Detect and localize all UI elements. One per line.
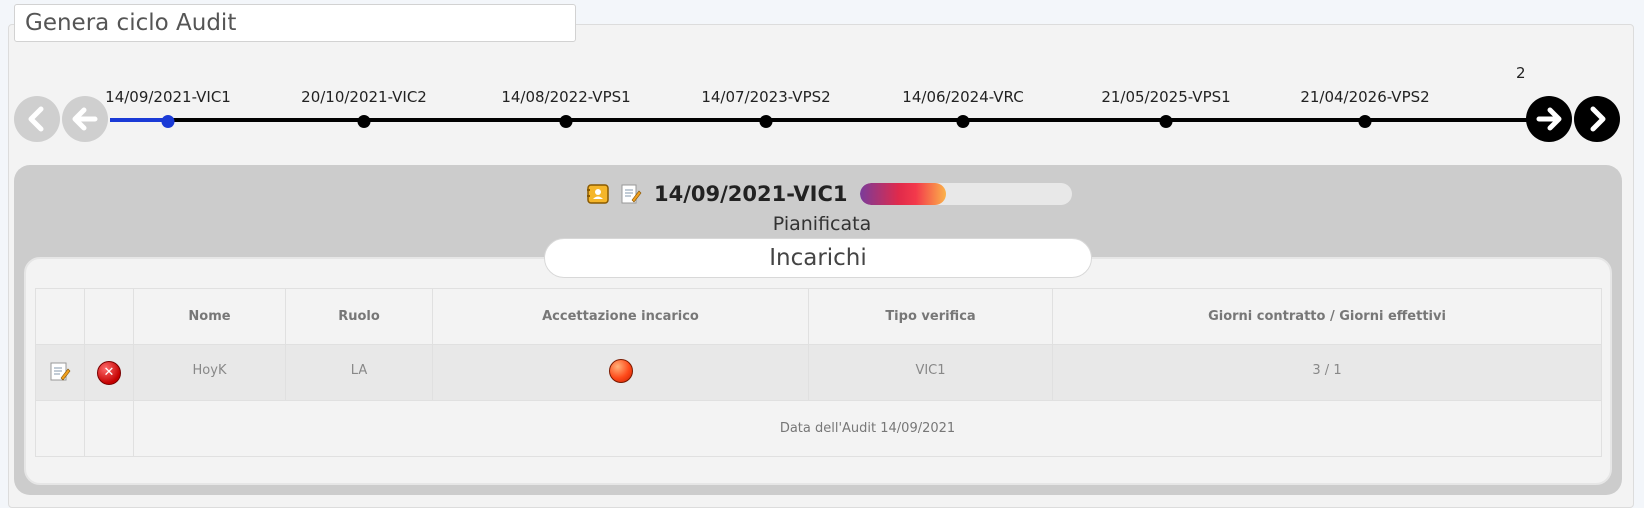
timeline-item-label: 14/06/2024-VRC bbox=[902, 88, 1024, 106]
timeline-dot bbox=[1358, 115, 1372, 128]
footer-empty-cell bbox=[35, 400, 85, 457]
delete-cell: ✕ bbox=[84, 344, 134, 401]
audit-status: Pianificata bbox=[772, 213, 872, 235]
timeline-dot bbox=[759, 115, 773, 128]
table-header-giorni: Giorni contratto / Giorni effettivi bbox=[1052, 288, 1602, 345]
previous-button[interactable] bbox=[62, 96, 108, 142]
section-title-incarichi: Incarichi bbox=[544, 238, 1092, 278]
edit-cell bbox=[35, 344, 85, 401]
timeline-track bbox=[110, 118, 1530, 122]
delete-icon[interactable]: ✕ bbox=[97, 360, 121, 385]
contact-card-icon[interactable] bbox=[586, 182, 610, 206]
audit-progress-fill bbox=[859, 183, 947, 205]
audit-progress-bar bbox=[859, 183, 1072, 205]
table-header-accettazione: Accettazione incarico bbox=[432, 288, 809, 345]
table-footer-row: Data dell'Audit 14/09/2021 bbox=[35, 400, 1602, 457]
table-header-tipo-verifica: Tipo verifica bbox=[808, 288, 1053, 345]
timeline-dot bbox=[1159, 115, 1173, 128]
last-page-button[interactable] bbox=[1574, 96, 1620, 142]
cell-ruolo: LA bbox=[285, 344, 433, 401]
timeline-dot bbox=[956, 115, 970, 128]
cell-accettazione bbox=[432, 344, 809, 401]
audit-date-note: Data dell'Audit 14/09/2021 bbox=[133, 400, 1602, 457]
timeline-item-label: 21/05/2025-VPS1 bbox=[1101, 88, 1231, 106]
timeline-item-label: 20/10/2021-VIC2 bbox=[301, 88, 427, 106]
timeline-progress bbox=[110, 118, 168, 122]
page-title: Genera ciclo Audit bbox=[14, 4, 576, 42]
table-header-ruolo: Ruolo bbox=[285, 288, 433, 345]
assignments-table: Nome Ruolo Accettazione incarico Tipo ve… bbox=[35, 288, 1602, 457]
notepad-icon[interactable] bbox=[618, 182, 642, 206]
edit-icon[interactable] bbox=[48, 359, 72, 387]
timeline-item-label: 14/07/2023-VPS2 bbox=[701, 88, 831, 106]
timeline-dot bbox=[559, 115, 573, 128]
next-button[interactable] bbox=[1526, 96, 1572, 142]
timeline-item-label: 21/04/2026-VPS2 bbox=[1300, 88, 1430, 106]
cell-tipo-verifica: VIC1 bbox=[808, 344, 1053, 401]
table-header-nome: Nome bbox=[133, 288, 286, 345]
timeline-dot bbox=[357, 115, 371, 128]
timeline-item-label: 14/08/2022-VPS1 bbox=[501, 88, 631, 106]
timeline-item-label: 14/09/2021-VIC1 bbox=[105, 88, 231, 106]
arrow-right-icon bbox=[1536, 107, 1562, 131]
timeline-dot-current bbox=[161, 115, 175, 128]
chevron-left-icon bbox=[28, 106, 44, 132]
table-row: ✕ HoyK LA VIC1 3 / 1 bbox=[35, 344, 1602, 401]
audit-title: 14/09/2021-VIC1 bbox=[654, 182, 848, 206]
chevron-right-icon bbox=[1590, 106, 1606, 132]
acceptance-status-icon bbox=[608, 358, 633, 383]
timeline-more-label: 2 bbox=[1516, 64, 1526, 82]
cell-giorni: 3 / 1 bbox=[1052, 344, 1602, 401]
audit-detail-header: 14/09/2021-VIC1 bbox=[586, 180, 1072, 208]
table-header-cell bbox=[35, 288, 85, 345]
first-page-button[interactable] bbox=[14, 96, 60, 142]
cell-nome: HoyK bbox=[133, 344, 286, 401]
footer-empty-cell bbox=[84, 400, 134, 457]
table-header-cell bbox=[84, 288, 134, 345]
arrow-left-icon bbox=[72, 107, 98, 131]
